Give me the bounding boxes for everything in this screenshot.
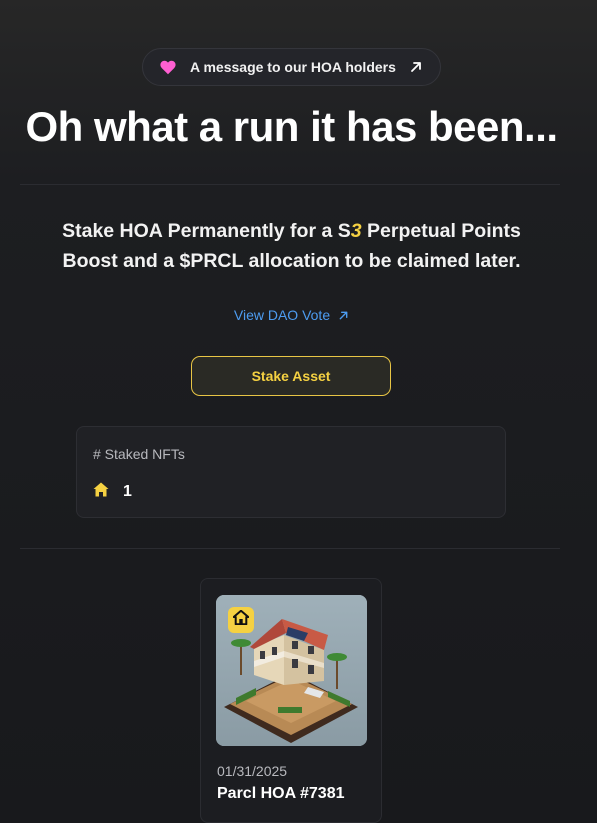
home-icon [232,609,250,630]
stake-asset-button[interactable]: Stake Asset [191,356,391,396]
view-dao-vote-link[interactable]: View DAO Vote [0,307,583,323]
staked-nfts-count: 1 [123,483,132,500]
staked-nfts-row: 1 [93,482,132,502]
divider [20,184,560,185]
page: A message to our HOA holders Oh what a r… [0,0,597,823]
home-icon [93,482,109,502]
nft-image[interactable] [216,595,367,746]
heart-icon [158,58,178,76]
dao-link-label: View DAO Vote [233,307,331,323]
season-number: 3 [350,220,362,242]
page-title: Oh what a run it has been... [25,103,558,150]
description-text: Stake HOA Permanently for a S [62,220,351,242]
staked-nfts-label: # Staked NFTs [93,446,185,462]
stake-description: Stake HOA Permanently for a S3 Perpetual… [40,216,543,276]
announcement-pill[interactable]: A message to our HOA holders [142,48,441,86]
arrow-up-right-icon [408,59,424,75]
staked-nfts-card: # Staked NFTs 1 [76,426,506,518]
announcement-text: A message to our HOA holders [190,59,396,75]
nft-date: 01/31/2025 [217,763,288,779]
home-badge [228,607,254,633]
nft-title: Parcl HOA #7381 [217,785,345,802]
divider [20,548,560,549]
nft-card[interactable]: 01/31/2025 Parcl HOA #7381 [200,578,382,823]
arrow-up-right-icon [339,311,348,319]
